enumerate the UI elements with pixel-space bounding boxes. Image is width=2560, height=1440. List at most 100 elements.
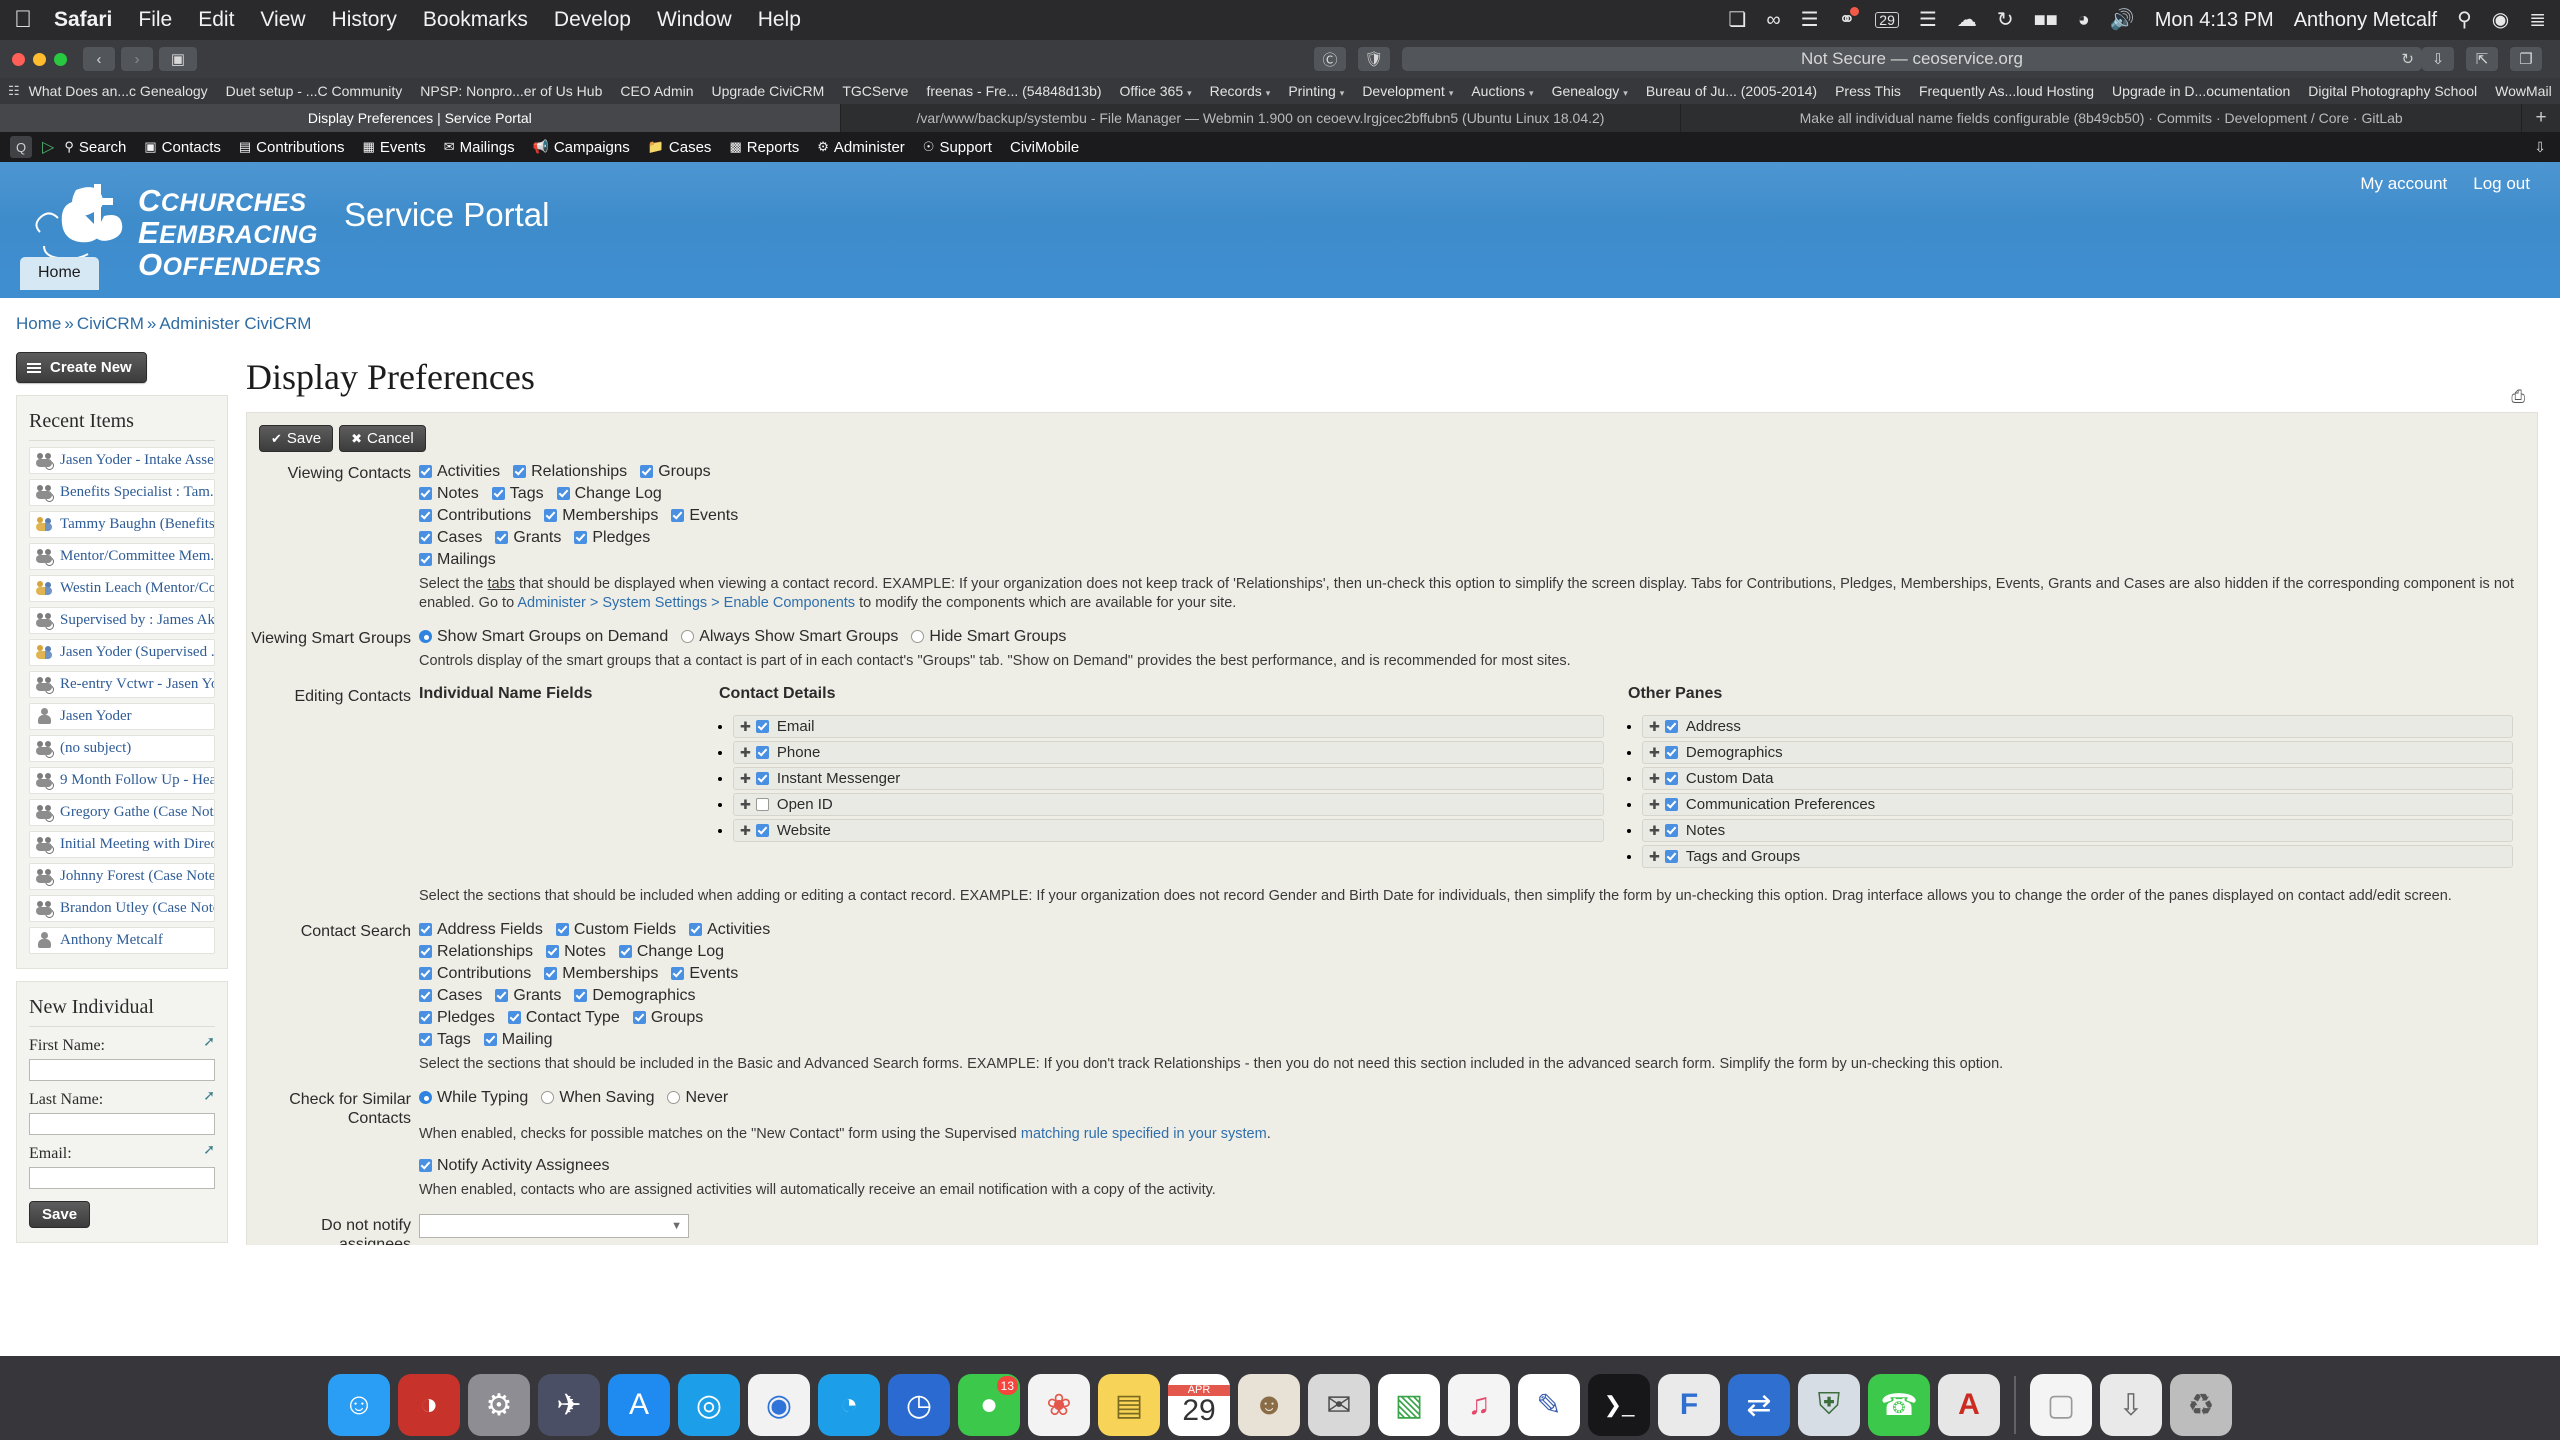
checkbox-activities[interactable] [419,465,432,478]
checkbox-search-contact-type[interactable] [507,1011,521,1024]
checkbox-open-id[interactable] [755,798,769,811]
dock-item-mail[interactable]: ✉ [1308,1374,1370,1436]
save-button[interactable]: ✔ Save [259,425,334,452]
pane-website[interactable]: ✚ Website [733,819,1604,842]
radio-when-saving[interactable] [541,1091,555,1104]
bookmark-folder[interactable]: Records ▾ [1201,83,1280,99]
dock-item-trash[interactable]: ♻ [2170,1374,2232,1436]
menubar-username[interactable]: Anthony Metcalf [2294,9,2437,32]
list-item[interactable]: ✚ Instant Messenger [733,767,1604,790]
dock-item-rocket-app[interactable]: ✈ [538,1374,600,1436]
pane-notes[interactable]: ✚ Notes [1642,819,2513,842]
checkbox-search-contributions[interactable] [419,967,432,980]
home-tab[interactable]: Home [20,257,99,290]
list-item[interactable]: ✚ Address [1642,715,2513,738]
checkbox-search-change-log[interactable] [618,945,632,958]
maximize-window-button[interactable] [54,52,67,66]
nav-reports[interactable]: ▩ Reports [729,139,799,156]
dock-item-downloads-stack[interactable]: ⇩ [2100,1374,2162,1436]
recent-item[interactable]: ✓ Benefits Specialist : Tam... [29,479,215,506]
bookmark-item[interactable]: Upgrade CiviCRM [703,83,834,99]
nav-support[interactable]: ☉ Support [923,139,992,156]
bookmark-item[interactable]: TGCServe [833,83,917,99]
bookmark-item[interactable]: Duet setup - ...C Community [217,83,412,99]
pane-custom-data[interactable]: ✚ Custom Data [1642,767,2513,790]
checkbox-search-pledges[interactable] [419,1011,432,1024]
nav-mailings[interactable]: ✉ Mailings [444,139,515,156]
recent-item[interactable]: ✓ Initial Meeting with Direc... [29,831,215,858]
checkbox-contributions[interactable] [419,509,432,522]
checkbox-email[interactable] [755,720,769,733]
dock-item-clock-app[interactable]: ◷ [888,1374,950,1436]
menu-window[interactable]: Window [657,8,732,32]
bookmark-folder[interactable]: Printing ▾ [1279,83,1353,99]
bookmark-item[interactable]: Digital Photography School [2299,83,2486,99]
recent-item[interactable]: ✓ Re-entry Vctwr - Jasen Yo... [29,671,215,698]
log-out-link[interactable]: Log out [2473,174,2530,194]
nav-contributions[interactable]: ▤ Contributions [239,139,345,156]
pane-phone[interactable]: ✚ Phone [733,741,1604,764]
bookmark-item[interactable]: CEO Admin [611,83,702,99]
checkbox-change-log[interactable] [556,487,570,500]
checkbox-grants[interactable] [495,531,509,544]
dock-item-system-preferences[interactable]: ⚙ [468,1374,530,1436]
nav-administer[interactable]: ⚙ Administer [817,139,905,156]
apple-menu-icon[interactable]:  [14,8,32,32]
dock-item-google-chrome[interactable]: ◉ [748,1374,810,1436]
magic-wand-icon[interactable]: ➚ [203,1090,215,1104]
tab-webmin-file-manager[interactable]: /var/www/backup/systembu - File Manager … [841,104,1682,132]
my-account-link[interactable]: My account [2360,174,2447,194]
list-item[interactable]: ✚ Tags and Groups [1642,845,2513,868]
drag-handle-icon[interactable]: ✚ [740,824,751,837]
pane-instant-messenger[interactable]: ✚ Instant Messenger [733,767,1604,790]
sidebar-icon[interactable]: ▣ [159,47,197,71]
window-controls[interactable] [12,52,67,66]
create-new-button[interactable]: Create New [16,352,147,383]
wifi-icon[interactable]: ◕ [2078,10,2090,30]
list-item[interactable]: ✚ Phone [733,741,1604,764]
checkbox-search-groups[interactable] [632,1011,646,1024]
bookmark-item[interactable]: freenas - Fre... (54848d13b) [917,83,1110,99]
radio-always-show[interactable] [681,630,695,643]
recent-item[interactable]: ✓ (no subject) [29,735,215,762]
privacy-shield-icon[interactable]: 🛡 [1358,47,1390,71]
dock-item-contacts[interactable]: ☻ [1238,1374,1300,1436]
recent-item[interactable]: Tammy Baughn (Benefits ... [29,511,215,538]
balloons-icon[interactable]: ⚭ [1839,7,1860,30]
checkbox-tags[interactable] [491,487,505,500]
drag-handle-icon[interactable]: ✚ [740,720,751,733]
menu-develop[interactable]: Develop [554,8,631,32]
checkbox-memberships[interactable] [544,509,558,522]
matching-rule-link[interactable]: matching rule specified in your system [1021,1126,1267,1142]
checkbox-search-tags[interactable] [419,1033,432,1046]
pane-email[interactable]: ✚ Email [733,715,1604,738]
radio-hide-smart-groups[interactable] [911,630,925,643]
dock-item-finder[interactable]: ☺ [328,1374,390,1436]
first-name-field[interactable] [29,1059,215,1081]
radio-while-typing[interactable] [419,1091,432,1104]
sidebar-save-button[interactable]: Save [29,1201,91,1228]
grammarly-icon[interactable]: Ⓒ [1314,47,1346,71]
recent-item[interactable]: ✓ Supervised by : James Aki... [29,607,215,634]
drag-handle-icon[interactable]: ✚ [740,772,751,785]
dock-item-calendar[interactable]: APR 29 [1168,1374,1230,1436]
spotlight-search-icon[interactable]: ⚲ [2457,10,2472,30]
drive2-icon[interactable]: ☰ [1919,10,1937,30]
checkbox-mailings[interactable] [419,553,432,566]
enable-components-link[interactable]: Administer > System Settings > Enable Co… [517,595,855,611]
list-item[interactable]: ✚ Email [733,715,1604,738]
checkbox-custom-fields[interactable] [555,923,569,936]
recent-item[interactable]: Anthony Metcalf [29,927,215,954]
list-item[interactable]: ✚ Custom Data [1642,767,2513,790]
pane-address[interactable]: ✚ Address [1642,715,2513,738]
last-name-field[interactable] [29,1113,215,1135]
list-item[interactable]: ✚ Demographics [1642,741,2513,764]
bookmark-folder[interactable]: Auctions ▾ [1462,83,1542,99]
nav-cases[interactable]: 📁 Cases [648,139,712,156]
checkbox-tags-and-groups[interactable] [1664,850,1678,863]
battery-icon[interactable]: ■■ [2034,10,2058,30]
dropbox-icon[interactable]: ❏ [1728,10,1746,30]
back-button[interactable]: ‹ [83,47,115,71]
recent-item[interactable]: Jasen Yoder [29,703,215,730]
cloud-icon[interactable]: ☁ [1957,10,1977,30]
